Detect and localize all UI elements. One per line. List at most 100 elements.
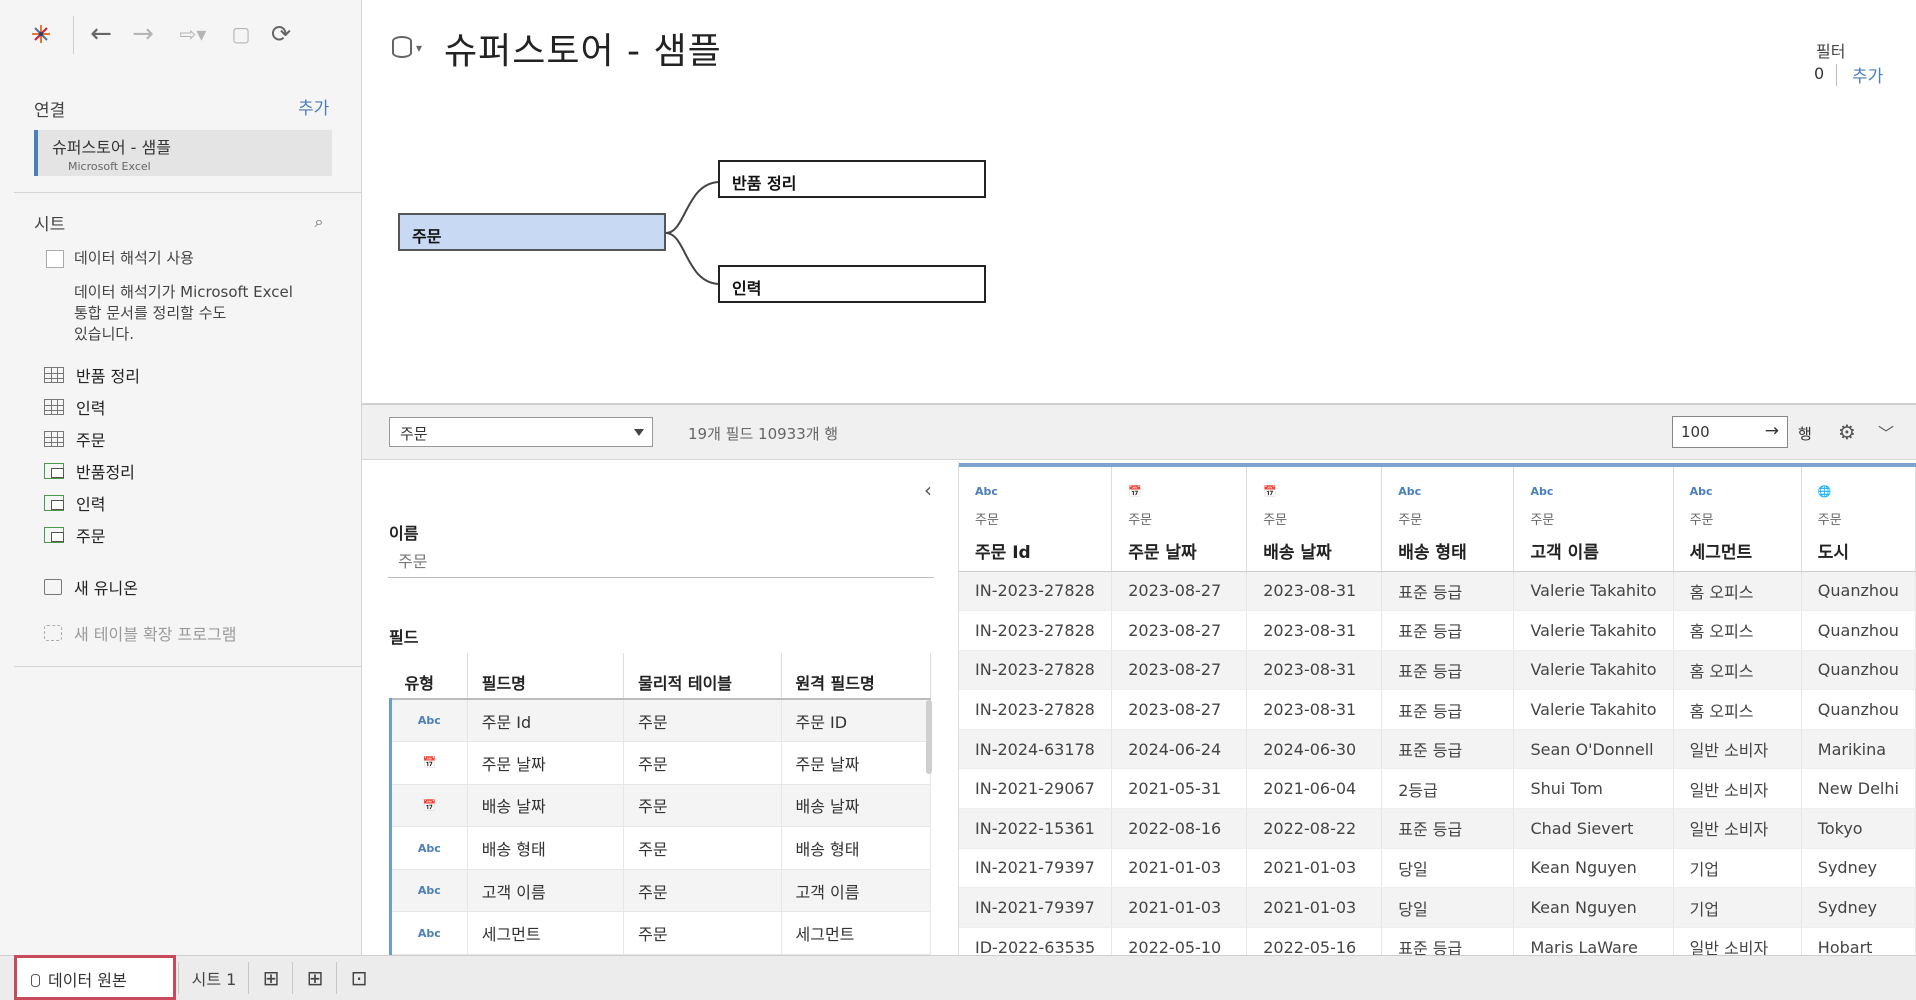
grid-cell[interactable]: Tokyo: [1801, 808, 1916, 849]
field-row[interactable]: Abc 세그먼트 주문 세그먼트: [389, 911, 932, 955]
add-connection-link[interactable]: 추가: [298, 94, 329, 119]
grid-cell[interactable]: Sydney: [1801, 887, 1916, 928]
grid-cell[interactable]: 기업: [1673, 848, 1802, 889]
grid-cell[interactable]: Quanzhou: [1801, 571, 1916, 612]
grid-cell[interactable]: Kean Nguyen: [1513, 887, 1674, 928]
grid-cell[interactable]: IN-2023-27828: [959, 610, 1113, 651]
grid-cell[interactable]: Valerie Takahito: [1513, 689, 1674, 730]
table-name-input[interactable]: 주문: [388, 548, 934, 578]
tableau-logo-icon[interactable]: [26, 18, 56, 50]
grid-cell[interactable]: IN-2023-27828: [959, 571, 1113, 612]
grid-col-header[interactable]: 📅 주문 주문 날짜: [1111, 463, 1248, 572]
grid-cell[interactable]: 일반 소비자: [1673, 808, 1802, 849]
grid-cell[interactable]: 2023-08-31: [1246, 689, 1383, 730]
grid-cell[interactable]: 표준 등급: [1381, 571, 1515, 612]
grid-cell[interactable]: 2등급: [1381, 768, 1515, 810]
globe-icon[interactable]: 🌐: [1818, 485, 1915, 503]
field-row[interactable]: 📅 주문 날짜 주문 주문 날짜: [389, 741, 932, 785]
grid-cell[interactable]: Shui Tom: [1513, 768, 1674, 810]
tab-sheet1[interactable]: 시트 1: [184, 962, 244, 994]
save-icon[interactable]: ▢: [226, 18, 256, 50]
grid-cell[interactable]: 기업: [1673, 887, 1802, 928]
collapse-chevron-icon[interactable]: ﹀: [1878, 420, 1894, 444]
named-range-orders[interactable]: 주문: [44, 522, 105, 548]
grid-row[interactable]: IN-2021-79397 2021-01-03 2021-01-03 당일 Kean …: [959, 848, 1916, 889]
string-type-icon[interactable]: Abc: [1690, 485, 1801, 503]
table-node-returns[interactable]: 반품 정리: [718, 160, 986, 198]
page-title[interactable]: 슈퍼스토어 - 샘플: [444, 22, 722, 74]
grid-row[interactable]: IN-2024-63178 2024-06-24 2024-06-30 표준 등급 Se…: [959, 729, 1916, 770]
grid-cell[interactable]: Quanzhou: [1801, 650, 1916, 691]
grid-cell[interactable]: 표준 등급: [1381, 808, 1515, 849]
grid-cell[interactable]: IN-2023-27828: [959, 650, 1113, 691]
string-type-icon[interactable]: Abc: [389, 826, 468, 870]
grid-row[interactable]: IN-2023-27828 2023-08-27 2023-08-31 표준 등급 Va…: [959, 650, 1916, 691]
field-row[interactable]: Abc 주문 Id 주문 주문 ID: [389, 699, 932, 743]
grid-cell[interactable]: IN-2021-29067: [959, 768, 1113, 810]
grid-cell[interactable]: 당일: [1381, 848, 1515, 889]
new-story-icon[interactable]: ⊡: [340, 962, 378, 994]
grid-cell[interactable]: Quanzhou: [1801, 689, 1916, 730]
table-node-people[interactable]: 인력: [718, 265, 986, 303]
grid-cell[interactable]: Quanzhou: [1801, 610, 1916, 651]
grid-row[interactable]: IN-2021-29067 2021-05-31 2021-06-04 2등급 Shui…: [959, 768, 1916, 810]
grid-col-header[interactable]: 🌐 주문 도시: [1801, 463, 1916, 572]
grid-cell[interactable]: New Delhi: [1801, 768, 1916, 810]
grid-cell[interactable]: Sean O'Donnell: [1513, 729, 1674, 770]
grid-cell[interactable]: 표준 등급: [1381, 610, 1515, 651]
chevron-down-icon[interactable]: ▾: [412, 32, 426, 64]
grid-row[interactable]: IN-2023-27828 2023-08-27 2023-08-31 표준 등급 Va…: [959, 571, 1916, 612]
calendar-icon[interactable]: 📅: [389, 784, 468, 828]
grid-cell[interactable]: 2021-01-03: [1246, 848, 1383, 889]
grid-cell[interactable]: Marikina: [1801, 729, 1916, 770]
grid-cell[interactable]: 2023-08-27: [1111, 571, 1248, 612]
grid-cell[interactable]: Valerie Takahito: [1513, 610, 1674, 651]
string-type-icon[interactable]: Abc: [1530, 485, 1672, 503]
table-node-orders[interactable]: 주문: [398, 213, 666, 251]
grid-cell[interactable]: Valerie Takahito: [1513, 650, 1674, 691]
sheet-item-people[interactable]: 인력: [44, 394, 105, 420]
grid-cell[interactable]: 2023-08-27: [1111, 610, 1248, 651]
field-row[interactable]: 📅 배송 날짜 주문 배송 날짜: [389, 784, 932, 828]
named-range-returns[interactable]: 반품정리: [44, 458, 135, 484]
back-arrow-icon[interactable]: ←: [86, 18, 116, 50]
sheet-item-returns[interactable]: 반품 정리: [44, 362, 140, 388]
string-type-icon[interactable]: Abc: [389, 911, 468, 955]
grid-cell[interactable]: 홈 오피스: [1673, 650, 1802, 691]
datasource-icon[interactable]: [392, 36, 412, 58]
grid-cell[interactable]: Sydney: [1801, 848, 1916, 889]
grid-cell[interactable]: 2021-01-03: [1246, 887, 1383, 928]
grid-cell[interactable]: 2021-01-03: [1111, 887, 1248, 928]
calendar-icon[interactable]: 📅: [389, 741, 468, 785]
grid-cell[interactable]: 당일: [1381, 887, 1515, 928]
grid-cell[interactable]: 2021-06-04: [1246, 768, 1383, 810]
col-field-name[interactable]: 필드명: [467, 653, 625, 700]
fields-scrollbar[interactable]: [926, 700, 932, 774]
grid-cell[interactable]: 표준 등급: [1381, 729, 1515, 770]
grid-cell[interactable]: IN-2024-63178: [959, 729, 1113, 770]
table-select[interactable]: 주문: [389, 417, 653, 447]
grid-cell[interactable]: 2023-08-27: [1111, 650, 1248, 691]
string-type-icon[interactable]: Abc: [975, 485, 1111, 503]
grid-row[interactable]: IN-2023-27828 2023-08-27 2023-08-31 표준 등급 Va…: [959, 610, 1916, 651]
grid-cell[interactable]: 홈 오피스: [1673, 689, 1802, 730]
refresh-icon[interactable]: ⟳: [266, 18, 296, 50]
grid-cell[interactable]: 2023-08-31: [1246, 571, 1383, 612]
grid-cell[interactable]: 2024-06-30: [1246, 729, 1383, 770]
grid-cell[interactable]: 2023-08-31: [1246, 650, 1383, 691]
grid-col-header[interactable]: Abc 주문 고객 이름: [1513, 463, 1674, 572]
grid-cell[interactable]: Chad Sievert: [1513, 808, 1674, 849]
grid-cell[interactable]: 2022-08-16: [1111, 808, 1248, 849]
add-filter-link[interactable]: 추가: [1852, 62, 1883, 87]
grid-cell[interactable]: 2021-05-31: [1111, 768, 1248, 810]
grid-row[interactable]: IN-2021-79397 2021-01-03 2021-01-03 당일 Kean …: [959, 887, 1916, 928]
grid-cell[interactable]: 홈 오피스: [1673, 610, 1802, 651]
search-icon[interactable]: ⌕: [304, 206, 334, 238]
new-worksheet-icon[interactable]: ⊞: [252, 962, 290, 994]
calendar-icon[interactable]: 📅: [1128, 485, 1246, 503]
forward-arrow-icon[interactable]: →: [128, 18, 158, 50]
connection-item[interactable]: 슈퍼스토어 - 샘플 Microsoft Excel: [34, 130, 332, 176]
field-row[interactable]: Abc 고객 이름 주문 고객 이름: [389, 869, 932, 913]
sheet-item-orders[interactable]: 주문: [44, 426, 105, 452]
grid-cell[interactable]: IN-2022-15361: [959, 808, 1113, 849]
